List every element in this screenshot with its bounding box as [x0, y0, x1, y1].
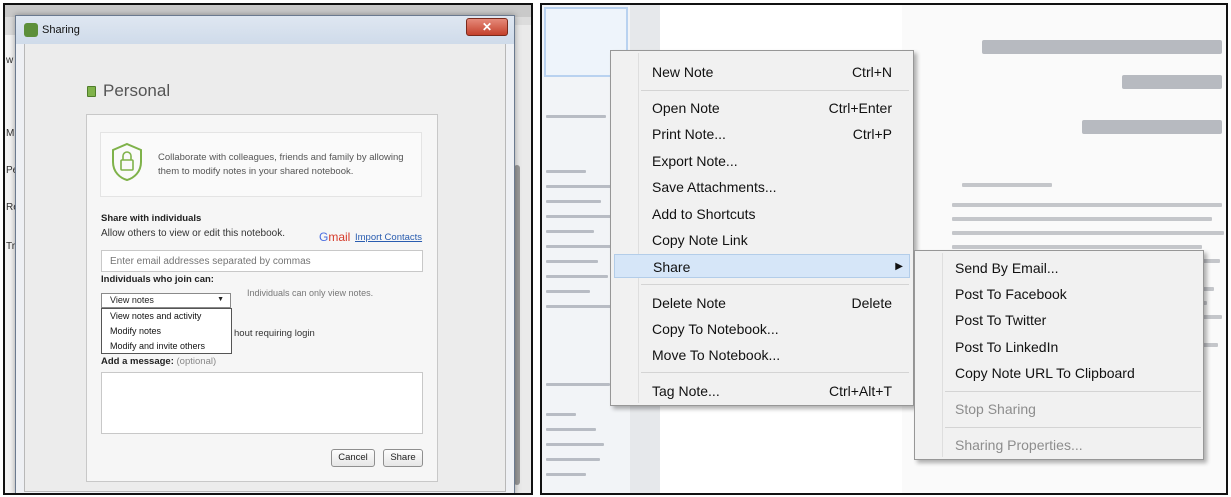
submenu-item-copy-note-url[interactable]: Copy Note URL To Clipboard — [955, 361, 1135, 385]
sidebar-fragment: Tr — [6, 241, 16, 252]
menu-separator — [641, 284, 909, 285]
close-button[interactable]: ✕ — [466, 18, 508, 36]
menu-item-tag-note[interactable]: Tag Note... Ctrl+Alt+T — [614, 379, 910, 403]
menu-item-move-to-notebook[interactable]: Move To Notebook... — [614, 343, 910, 367]
close-icon: ✕ — [481, 20, 493, 34]
sharing-dialog: Sharing ✕ Personal Collaborate with coll… — [15, 15, 515, 493]
menu-separator — [641, 372, 909, 373]
submenu-item-post-to-twitter[interactable]: Post To Twitter — [955, 308, 1046, 332]
cancel-button[interactable]: Cancel — [331, 449, 375, 467]
dialog-title: Sharing — [42, 24, 80, 36]
menu-item-delete-note[interactable]: Delete Note Delete — [614, 291, 910, 315]
permission-dropdown[interactable]: View notes ▼ — [101, 293, 231, 308]
banner-text: Collaborate with colleagues, friends and… — [158, 152, 404, 177]
menu-item-copy-to-notebook[interactable]: Copy To Notebook... — [614, 317, 910, 341]
sharing-screenshot-panel: w M Pe Re Tr Sharing ✕ Personal Collabor… — [3, 3, 533, 495]
shield-lock-icon — [112, 142, 142, 182]
import-contacts-link[interactable]: Import Contacts — [355, 232, 422, 243]
note-context-menu: New Note Ctrl+N Open Note Ctrl+Enter Print… — [610, 50, 914, 406]
message-label: Add a message: (optional) — [101, 356, 217, 367]
submenu-arrow-icon: ▶ — [895, 261, 903, 272]
dialog-body: Personal Collaborate with colleagues, fr… — [24, 44, 506, 492]
notebook-icon — [87, 86, 96, 97]
menu-item-print-note[interactable]: Print Note... Ctrl+P — [614, 122, 910, 146]
chevron-down-icon: ▼ — [217, 296, 224, 303]
share-heading: Share with individuals — [101, 213, 202, 224]
permission-selected: View notes — [110, 295, 154, 305]
email-input[interactable] — [101, 250, 423, 272]
share-submenu: Send By Email... Post To Facebook Post T… — [914, 250, 1204, 460]
menu-item-new-note[interactable]: New Note Ctrl+N — [614, 60, 910, 84]
dialog-titlebar[interactable]: Sharing ✕ — [16, 16, 514, 44]
menu-item-export-note[interactable]: Export Note... — [614, 149, 910, 173]
submenu-item-stop-sharing: Stop Sharing — [955, 401, 1036, 417]
context-menu-screenshot-panel: New Note Ctrl+N Open Note Ctrl+Enter Print… — [540, 3, 1228, 495]
menu-item-open-note[interactable]: Open Note Ctrl+Enter — [614, 96, 910, 120]
permission-help: Individuals can only view notes. — [247, 288, 374, 298]
permission-options: View notes and activity Modify notes Mod… — [101, 308, 232, 354]
menu-item-save-attachments[interactable]: Save Attachments... — [614, 175, 910, 199]
share-subtext: Allow others to view or edit this notebo… — [101, 228, 285, 239]
login-option-text: hout requiring login — [234, 328, 315, 339]
menu-item-copy-note-link[interactable]: Copy Note Link — [614, 228, 910, 252]
permission-option[interactable]: Modify and invite others — [102, 339, 231, 354]
sidebar-fragment: w — [6, 55, 14, 66]
submenu-separator — [945, 391, 1201, 392]
join-heading: Individuals who join can: — [101, 274, 214, 285]
gmail-logo: Gmail — [319, 230, 351, 244]
sharing-form: Collaborate with colleagues, friends and… — [86, 114, 438, 482]
submenu-item-post-to-facebook[interactable]: Post To Facebook — [955, 282, 1067, 306]
notebook-title: Personal — [103, 81, 171, 100]
message-textarea[interactable] — [101, 372, 423, 434]
permission-option[interactable]: Modify notes — [102, 324, 231, 339]
menu-separator — [641, 90, 909, 91]
submenu-item-sharing-properties: Sharing Properties... — [955, 437, 1083, 453]
evernote-icon — [24, 23, 38, 37]
submenu-separator — [945, 427, 1201, 428]
collaborate-banner: Collaborate with colleagues, friends and… — [100, 132, 422, 197]
submenu-item-post-to-linkedin[interactable]: Post To LinkedIn — [955, 335, 1058, 359]
submenu-item-send-by-email[interactable]: Send By Email... — [955, 256, 1059, 280]
permission-option[interactable]: View notes and activity — [102, 309, 231, 324]
menu-item-add-to-shortcuts[interactable]: Add to Shortcuts — [614, 202, 910, 226]
menu-item-share[interactable]: Share ▶ — [614, 254, 910, 278]
share-button[interactable]: Share — [383, 449, 423, 467]
sidebar-fragment: M — [6, 128, 15, 139]
